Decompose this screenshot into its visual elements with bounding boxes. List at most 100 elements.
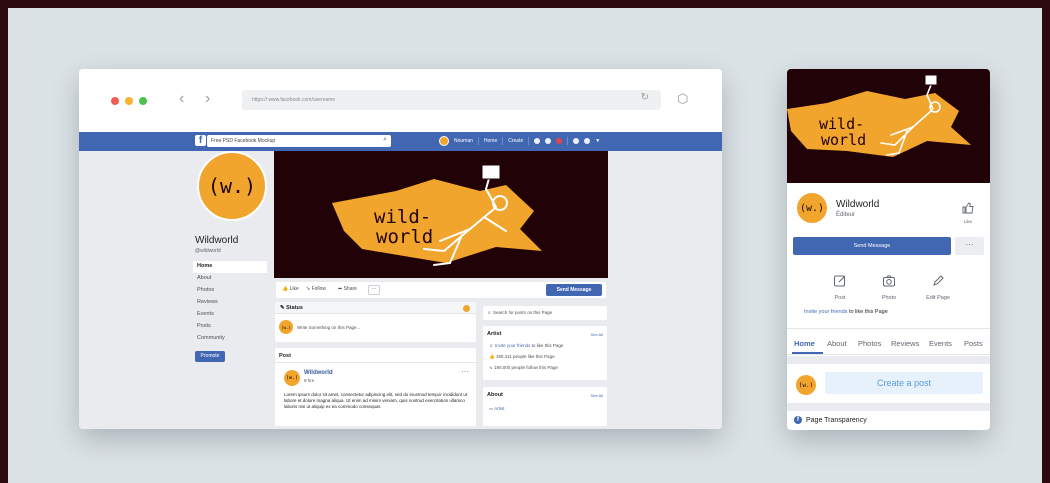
mobile-like-button[interactable]: Like	[959, 201, 977, 224]
mobile-more-button[interactable]: ···	[955, 237, 984, 255]
likes-count: 👍 190,411 people like this Page	[489, 354, 555, 359]
tab-photos[interactable]: Photos	[858, 339, 881, 348]
pages-icon[interactable]	[573, 138, 580, 144]
artist-card: Artist See All ☺ Invite your friends to …	[483, 326, 607, 380]
artist-see-all-link[interactable]: See All	[591, 332, 603, 337]
browser-chrome: ‹ › https:// www.facebook.com/username ↻…	[79, 69, 722, 132]
user-avatar[interactable]	[439, 136, 449, 146]
nav-item-home[interactable]: Home	[193, 261, 267, 273]
post-author-name[interactable]: Wildworld	[304, 370, 333, 376]
nav-item-events[interactable]: Events	[193, 309, 267, 321]
mobile-logo-text: (w.)	[799, 202, 825, 214]
nav-item-reviews[interactable]: Reviews	[193, 297, 267, 309]
minimize-dot-icon[interactable]	[125, 97, 133, 105]
header-divider	[567, 137, 569, 145]
page-search-box[interactable]: ⌕ Search for posts on this Page	[483, 306, 607, 320]
like-label: Like	[289, 286, 299, 292]
status-input[interactable]: Write Something on this Page...	[297, 325, 360, 330]
search-placeholder-text: Search for posts on this Page	[493, 310, 553, 315]
search-input-text: Free PSD Facebook Mockup	[211, 138, 276, 144]
tab-home[interactable]: Home	[794, 339, 815, 348]
notifications-icon[interactable]	[556, 138, 563, 144]
tab-about[interactable]: About	[827, 339, 847, 348]
facebook-logo-icon[interactable]: f	[195, 135, 206, 146]
invite-rest-text: to like this Page	[530, 343, 564, 348]
nav-item-photos[interactable]: Photos	[193, 285, 267, 297]
search-icon[interactable]: ⌕	[383, 136, 387, 144]
mobile-photo-action[interactable]: Photo	[869, 274, 909, 301]
messenger-icon[interactable]	[545, 138, 552, 144]
facebook-top-bar: f Free PSD Facebook Mockup ⌕ Nouman Home…	[79, 132, 722, 151]
nav-item-community[interactable]: Community	[193, 333, 267, 345]
share-label: Share	[343, 286, 357, 292]
header-user-name[interactable]: Nouman	[454, 138, 473, 144]
reload-icon[interactable]: ↻	[641, 92, 649, 103]
like-action[interactable]: 👍 Like	[282, 286, 299, 292]
mobile-edit-page-action[interactable]: Edit Page	[918, 274, 958, 301]
mobile-tab-bar: Home About Photos Reviews Events Posts	[787, 328, 990, 355]
page-handle: @wildworld	[195, 248, 221, 254]
tab-events[interactable]: Events	[929, 339, 952, 348]
maximize-dot-icon[interactable]	[139, 97, 147, 105]
address-bar[interactable]: https:// www.facebook.com/username ↻	[242, 90, 661, 110]
header-create-link[interactable]: Create	[508, 138, 523, 144]
close-dot-icon[interactable]	[111, 97, 119, 105]
promote-button[interactable]: Promote	[195, 351, 225, 362]
create-post-button[interactable]: Create a post	[825, 372, 983, 394]
cover-photo[interactable]: wild- world	[274, 151, 608, 278]
about-item: ▭ Artist	[489, 406, 505, 411]
help-icon[interactable]	[584, 138, 591, 144]
status-avatar: (w.)	[279, 320, 293, 334]
facebook-search-input[interactable]: Free PSD Facebook Mockup ⌕	[207, 135, 391, 147]
nav-item-about[interactable]: About	[193, 273, 267, 285]
mobile-post-action[interactable]: Post	[820, 274, 860, 301]
follow-action[interactable]: ➘ Follow	[306, 286, 326, 292]
mobile-send-message-button[interactable]: Send Message	[793, 237, 951, 255]
header-right-group: Nouman Home Create ▼	[439, 136, 600, 146]
share-action[interactable]: ➦ Share	[338, 286, 357, 292]
mobile-page-name: Wildworld	[836, 199, 880, 210]
status-card-header	[275, 302, 476, 314]
status-title[interactable]: ✎ Status	[280, 305, 303, 311]
chevron-down-icon[interactable]: ▼	[595, 138, 600, 144]
section-separator	[787, 403, 990, 411]
mobile-cover-artwork: wild- world	[787, 74, 971, 157]
about-item-text[interactable]: Artist	[494, 406, 504, 411]
tab-posts[interactable]: Posts	[964, 339, 983, 348]
page-profile-picture[interactable]: (w.)	[197, 151, 267, 221]
post-more-button[interactable]: ···	[461, 367, 469, 376]
post-compose-icon	[834, 275, 846, 287]
forward-arrow-icon[interactable]: ›	[205, 90, 210, 108]
header-home-link[interactable]: Home	[484, 138, 497, 144]
more-actions-button[interactable]: ···	[368, 285, 380, 295]
mobile-invite-rest: to like this Page	[847, 309, 888, 315]
send-message-button[interactable]: Send Message	[546, 284, 602, 296]
post-card: Post (w.) Wildworld 9 hrs ··· Lorem ipsu…	[275, 348, 476, 426]
mobile-cover-photo[interactable]: wild- world	[787, 69, 990, 183]
page-search-placeholder: ⌕ Search for posts on this Page	[488, 310, 552, 315]
mobile-page-mockup: wild- world (w.) Wildworld Éditeur Like …	[787, 69, 990, 430]
tab-reviews[interactable]: Reviews	[891, 339, 919, 348]
camera-icon	[883, 275, 895, 287]
mobile-invite-link[interactable]: Invite your friends	[804, 309, 847, 315]
page-transparency-row[interactable]: f Page Transparency	[794, 416, 867, 424]
follows-count-text: 190,000 people follow this Page	[494, 365, 558, 370]
about-see-all-link[interactable]: See All	[591, 393, 603, 398]
extension-icon[interactable]: ⬡	[677, 91, 688, 107]
status-avatar-icon[interactable]	[463, 305, 470, 312]
nav-item-posts[interactable]: Posts	[193, 321, 267, 333]
mobile-photo-label: Photo	[881, 295, 897, 301]
header-divider	[502, 137, 504, 145]
about-card: About See All ▭ Artist	[483, 387, 607, 426]
post-author-avatar[interactable]: (w.)	[284, 370, 300, 386]
post-header: Post	[279, 353, 291, 359]
mobile-profile-picture[interactable]: (w.)	[795, 191, 829, 225]
page-left-nav: Home About Photos Reviews Events Posts C…	[193, 261, 267, 345]
invite-friends-link[interactable]: Invite your friends	[495, 343, 531, 348]
friends-icon[interactable]	[534, 138, 541, 144]
post-timestamp[interactable]: 9 hrs	[304, 378, 314, 383]
back-arrow-icon[interactable]: ‹	[179, 90, 184, 108]
header-divider	[528, 137, 530, 145]
like-thumb-icon	[962, 202, 974, 214]
mobile-like-label: Like	[963, 219, 973, 224]
